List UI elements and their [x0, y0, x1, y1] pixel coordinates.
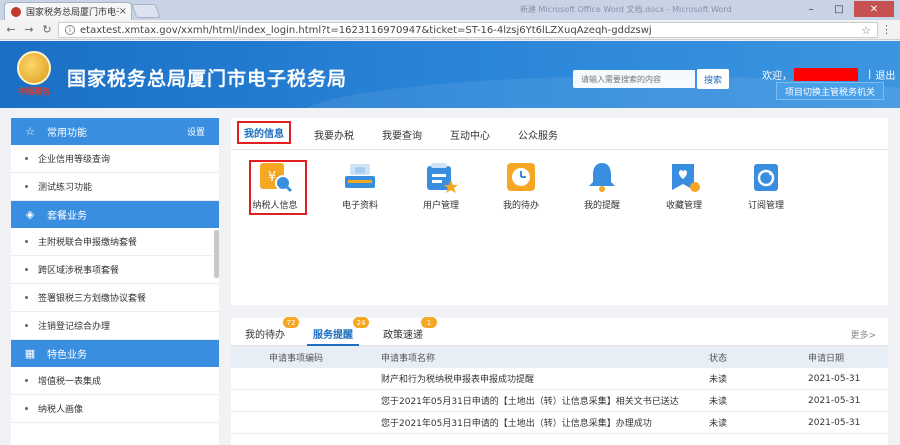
- policy-badge: 1: [421, 317, 437, 328]
- section-title: 特色业务: [47, 350, 87, 361]
- scanner-icon: |||||: [345, 164, 375, 188]
- favorite-icon: [672, 164, 700, 192]
- tab-query[interactable]: 我要查询: [382, 127, 422, 142]
- window-controls: – □ ✕: [798, 1, 894, 17]
- subscribe-icon: [754, 164, 778, 191]
- minimize-button[interactable]: –: [798, 1, 824, 17]
- search-button[interactable]: 搜索: [697, 69, 729, 89]
- sidebar-scrollbar[interactable]: [214, 230, 219, 278]
- user-manage-icon: [427, 163, 458, 193]
- my-todo-item[interactable]: 我的待办: [486, 160, 556, 211]
- sidebar-item[interactable]: 注销登记综合办理: [11, 312, 219, 340]
- table-row[interactable]: 财产和行为税纳税申报表申报成功提醒 未读 2021-05-31: [231, 368, 888, 390]
- reminder-badge: 24: [353, 317, 369, 328]
- back-icon[interactable]: ←: [4, 23, 18, 36]
- emblem-icon: [17, 51, 51, 85]
- section-title: 常用功能: [47, 128, 87, 139]
- star-icon: ☆: [25, 125, 35, 138]
- col-code: 申请事项编码: [269, 353, 324, 364]
- layers-icon: ◈: [25, 208, 35, 221]
- redacted-username: [794, 68, 858, 81]
- sidebar-item[interactable]: 签署银税三方划缴协议套餐: [11, 284, 219, 312]
- bell-icon: [589, 163, 615, 192]
- sidebar-item[interactable]: 增值税一表集成: [11, 367, 219, 395]
- col-status: 状态: [709, 353, 728, 364]
- switch-tax-authority-button[interactable]: 项目切换主管税务机关: [776, 82, 884, 100]
- sidebar-item[interactable]: 纳税人画像: [11, 395, 219, 423]
- settings-link[interactable]: 设置: [187, 125, 205, 138]
- welcome-text: 欢迎，: [762, 71, 792, 82]
- sidebar: ☆ 常用功能 设置 企业信用等级查询 测试练习功能 ◈ 套餐业务 主附税联合申报…: [11, 118, 219, 445]
- sidebar-item[interactable]: 测试练习功能: [11, 173, 219, 201]
- sidebar-section-special[interactable]: ▦ 特色业务: [11, 340, 219, 367]
- col-date: 申请日期: [808, 353, 845, 364]
- tax-emblem-logo: 中国税务: [14, 51, 54, 99]
- browser-tab[interactable]: 国家税务总局厦门市电子 ×: [4, 2, 132, 20]
- new-tab-button[interactable]: [131, 4, 161, 18]
- todo-badge: 72: [283, 317, 299, 328]
- browser-tabbar: 国家税务总局厦门市电子 × 新建 Microsoft Office Word 文…: [0, 0, 900, 20]
- info-icon[interactable]: i: [65, 25, 75, 35]
- more-link[interactable]: 更多>: [850, 328, 876, 341]
- favorites-item[interactable]: 收藏管理: [649, 160, 719, 211]
- subscription-item[interactable]: 订阅管理: [731, 160, 801, 211]
- tab-public-service[interactable]: 公众服务: [518, 127, 558, 142]
- notices-panel: 我的待办 72 服务提醒 24 政策速递 1 更多> 申请事项编码 申请事项名称…: [231, 317, 888, 445]
- favicon-icon: [11, 6, 21, 17]
- section-title: 套餐业务: [47, 211, 87, 222]
- site-title: 国家税务总局厦门市电子税务局: [67, 68, 348, 90]
- sidebar-item[interactable]: 跨区域涉税事项套餐: [11, 256, 219, 284]
- logout-link[interactable]: 退出: [875, 67, 895, 82]
- main-tabs: 我的信息 我要办税 我要查询 互动中心 公众服务: [231, 118, 888, 150]
- taxpayer-info-highlight: [249, 160, 307, 215]
- maximize-button[interactable]: □: [826, 1, 852, 17]
- e-documents-item[interactable]: ||||| 电子资料: [325, 160, 395, 211]
- browser-tab-title: 国家税务总局厦门市电子: [26, 8, 119, 18]
- clock-icon: [507, 163, 535, 191]
- tab-policy-news[interactable]: 政策速递: [383, 326, 423, 341]
- tab-my-info[interactable]: 我的信息: [237, 121, 291, 144]
- sidebar-section-package[interactable]: ◈ 套餐业务: [11, 201, 219, 228]
- sidebar-item[interactable]: 主附税联合申报缴纳套餐: [11, 228, 219, 256]
- notice-tabs: 我的待办 72 服务提醒 24 政策速递 1 更多>: [231, 317, 888, 346]
- my-info-panel: 我的信息 我要办税 我要查询 互动中心 公众服务 ¥ 纳税人信息 ||||| 电…: [231, 118, 888, 305]
- tab-my-todo[interactable]: 我的待办: [245, 326, 285, 341]
- grid-icon: ▦: [24, 347, 36, 360]
- separator: |: [868, 69, 872, 80]
- svg-text:|||||: |||||: [355, 167, 365, 174]
- url-text: etaxtest.xmtax.gov/xxmh/html/index_login…: [80, 24, 652, 36]
- forward-icon[interactable]: →: [22, 23, 36, 36]
- col-name: 申请事项名称: [381, 353, 436, 364]
- user-management-item[interactable]: 用户管理: [406, 160, 476, 211]
- search-input[interactable]: [573, 70, 695, 88]
- tab-close-icon[interactable]: ×: [119, 6, 127, 17]
- reload-icon[interactable]: ↻: [40, 23, 54, 36]
- table-row[interactable]: 您于2021年05月31日申请的【土地出（转）让信息采集】相关文书已送达 未读 …: [231, 390, 888, 412]
- my-reminder-item[interactable]: 我的提醒: [567, 160, 637, 211]
- bookmark-star-icon[interactable]: ☆: [861, 24, 871, 37]
- close-window-button[interactable]: ✕: [854, 1, 894, 17]
- table-header: 申请事项编码 申请事项名称 状态 申请日期: [231, 346, 888, 368]
- site-header: 中国税务 国家税务总局厦门市电子税务局 搜索 欢迎， | 退出 项目切换主管税务…: [0, 41, 900, 108]
- address-bar: ← → ↻ i etaxtest.xmtax.gov/xxmh/html/ind…: [0, 20, 900, 40]
- browser-menu-icon[interactable]: ⋮: [881, 23, 892, 36]
- sidebar-section-common[interactable]: ☆ 常用功能 设置: [11, 118, 219, 145]
- sidebar-item[interactable]: 企业信用等级查询: [11, 145, 219, 173]
- table-row[interactable]: 您于2021年05月31日申请的【土地出（转）让信息采集】办理成功 未读 202…: [231, 412, 888, 434]
- tab-interaction[interactable]: 互动中心: [450, 127, 490, 142]
- seal-text: 中国税务: [18, 87, 50, 96]
- tab-tax-handling[interactable]: 我要办税: [314, 127, 354, 142]
- url-field[interactable]: i etaxtest.xmtax.gov/xxmh/html/index_log…: [58, 22, 878, 38]
- window-title: 新建 Microsoft Office Word 文档.docx - Micro…: [520, 5, 732, 14]
- welcome-area: 欢迎， | 退出: [762, 67, 895, 82]
- tab-service-reminder[interactable]: 服务提醒: [313, 326, 353, 341]
